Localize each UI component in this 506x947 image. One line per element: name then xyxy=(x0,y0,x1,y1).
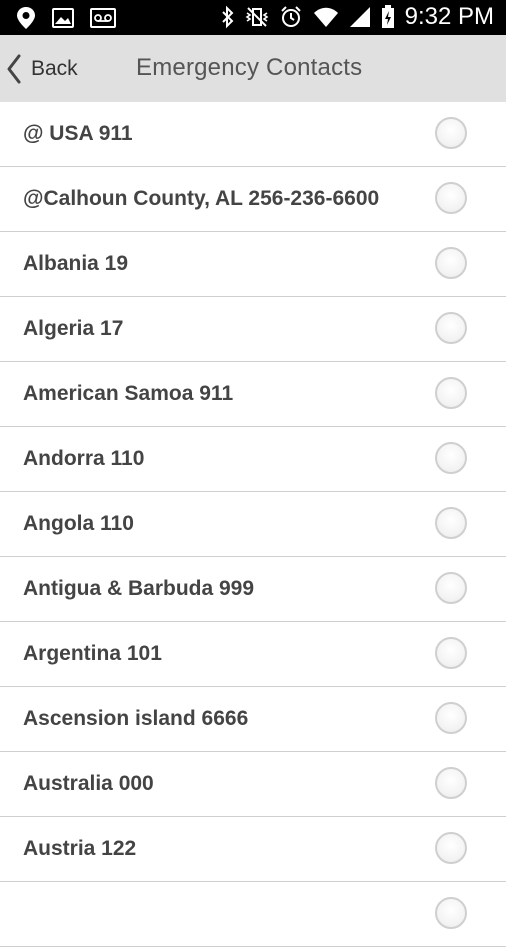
contact-radio[interactable] xyxy=(435,767,467,799)
contact-radio[interactable] xyxy=(435,312,467,344)
list-item[interactable]: Andorra 110 xyxy=(0,427,506,492)
image-icon xyxy=(52,8,74,28)
list-item[interactable]: Albania 19 xyxy=(0,232,506,297)
contact-radio[interactable] xyxy=(435,247,467,279)
list-item[interactable]: Ascension island 6666 xyxy=(0,687,506,752)
contact-label: Andorra 110 xyxy=(23,447,145,470)
alarm-icon xyxy=(280,6,301,27)
contact-label: Algeria 17 xyxy=(23,317,124,340)
contact-label: @ USA 911 xyxy=(23,122,133,145)
wifi-icon xyxy=(313,7,338,27)
contact-radio[interactable] xyxy=(435,637,467,669)
status-right-icons: 9:32 PM xyxy=(221,4,494,30)
contact-label: Angola 110 xyxy=(23,512,134,535)
vibrate-icon xyxy=(245,7,269,27)
list-item[interactable] xyxy=(0,882,506,947)
contact-radio[interactable] xyxy=(435,377,467,409)
list-item[interactable]: @ USA 911 xyxy=(0,102,506,167)
contact-radio[interactable] xyxy=(435,182,467,214)
contact-label: @Calhoun County, AL 256-236-6600 xyxy=(23,187,380,210)
contact-radio[interactable] xyxy=(435,702,467,734)
location-icon xyxy=(17,7,35,29)
signal-icon xyxy=(349,7,370,27)
status-bar: 9:32 PM xyxy=(0,0,506,35)
contact-label: Argentina 101 xyxy=(23,642,162,665)
list-item[interactable]: Antigua & Barbuda 999 xyxy=(0,557,506,622)
voicemail-icon xyxy=(90,8,116,28)
contact-radio[interactable] xyxy=(435,117,467,149)
emergency-contacts-list: @ USA 911 @Calhoun County, AL 256-236-66… xyxy=(0,102,506,947)
list-item[interactable]: Australia 000 xyxy=(0,752,506,817)
bluetooth-icon xyxy=(221,5,234,29)
contact-radio[interactable] xyxy=(435,832,467,864)
status-time: 9:32 PM xyxy=(404,3,494,30)
contact-radio[interactable] xyxy=(435,897,467,929)
contact-radio[interactable] xyxy=(435,572,467,604)
list-item[interactable]: American Samoa 911 xyxy=(0,362,506,427)
header-bar: Back Emergency Contacts xyxy=(0,35,506,102)
contact-label: Albania 19 xyxy=(23,252,129,275)
contact-radio[interactable] xyxy=(435,507,467,539)
contact-label: Austria 122 xyxy=(23,837,137,860)
list-item[interactable]: Austria 122 xyxy=(0,817,506,882)
list-item[interactable]: Algeria 17 xyxy=(0,297,506,362)
battery-charging-icon xyxy=(381,5,394,28)
page-title: Emergency Contacts xyxy=(136,54,363,81)
contact-label: Antigua & Barbuda 999 xyxy=(23,577,255,600)
back-button[interactable]: Back xyxy=(6,53,78,85)
list-item[interactable]: Argentina 101 xyxy=(0,622,506,687)
contact-label: American Samoa 911 xyxy=(23,382,234,405)
contact-label: Australia 000 xyxy=(23,772,154,795)
back-label: Back xyxy=(31,57,78,80)
contact-label: Ascension island 6666 xyxy=(23,707,249,730)
list-item[interactable]: @Calhoun County, AL 256-236-6600 xyxy=(0,167,506,232)
contact-radio[interactable] xyxy=(435,442,467,474)
chevron-left-icon xyxy=(7,54,21,84)
list-item[interactable]: Angola 110 xyxy=(0,492,506,557)
status-left-icons xyxy=(16,6,116,30)
